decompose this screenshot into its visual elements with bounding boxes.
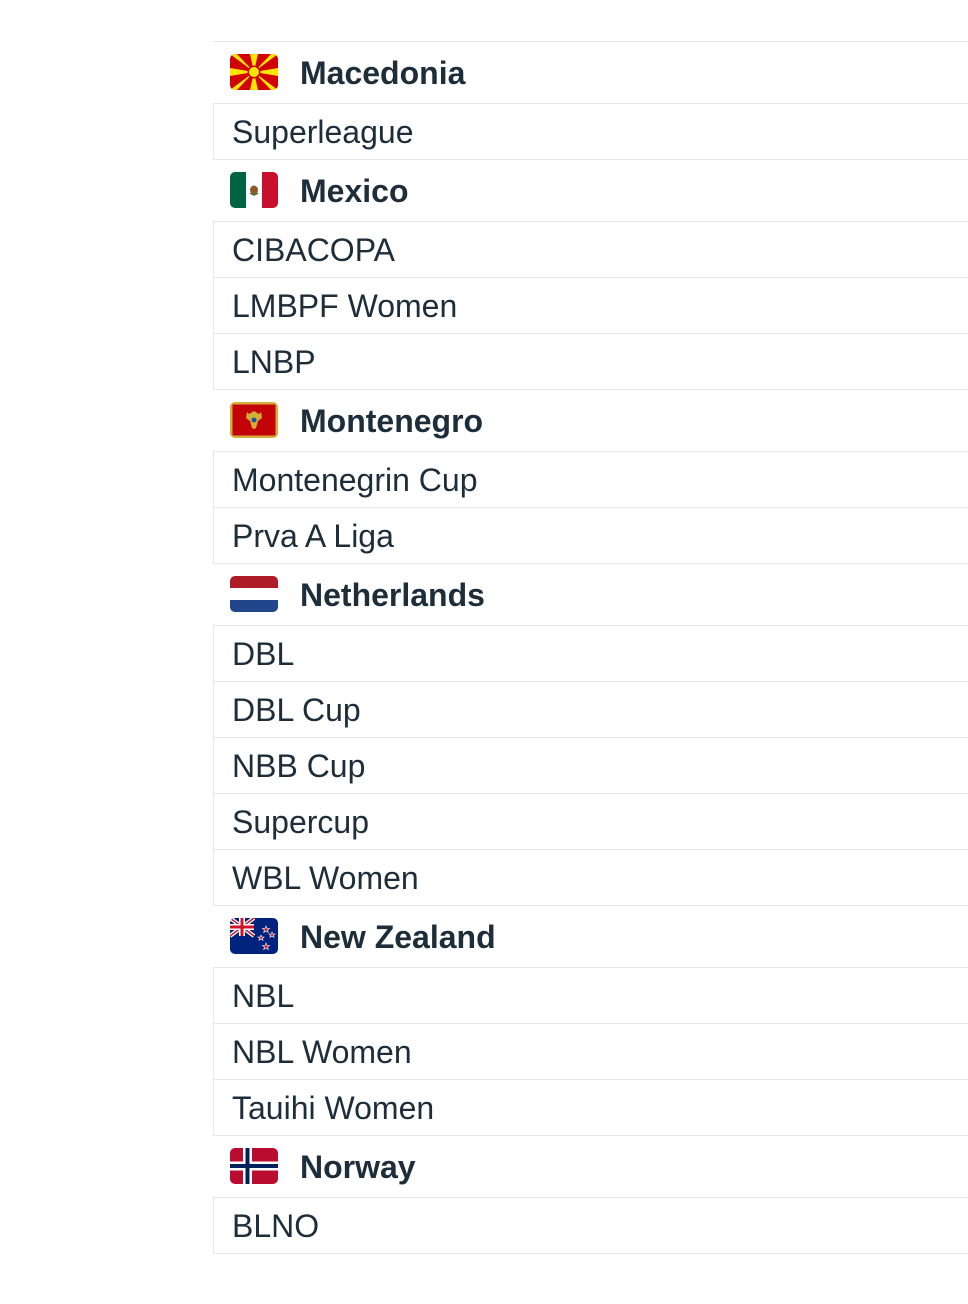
- norway-flag-icon: [230, 1148, 278, 1184]
- country-header-mexico[interactable]: Mexico: [213, 160, 968, 222]
- league-label: Supercup: [232, 804, 369, 840]
- league-item[interactable]: NBL Women: [213, 1024, 968, 1080]
- country-header-netherlands[interactable]: Netherlands: [213, 564, 968, 626]
- league-item[interactable]: DBL Cup: [213, 682, 968, 738]
- league-label: WBL Women: [232, 860, 419, 896]
- competition-list: Macedonia Superleague Mexico CIBACOPA LM…: [213, 41, 968, 1254]
- country-header-macedonia[interactable]: Macedonia: [213, 42, 968, 104]
- country-header-new-zealand[interactable]: New Zealand: [213, 906, 968, 968]
- league-item[interactable]: Supercup: [213, 794, 968, 850]
- league-item[interactable]: Montenegrin Cup: [213, 452, 968, 508]
- league-item[interactable]: BLNO: [213, 1198, 968, 1254]
- league-item[interactable]: Prva A Liga: [213, 508, 968, 564]
- macedonia-flag-icon: [230, 54, 278, 90]
- country-name: Norway: [300, 1149, 416, 1185]
- country-header-montenegro[interactable]: Montenegro: [213, 390, 968, 452]
- league-item[interactable]: NBB Cup: [213, 738, 968, 794]
- country-name: Macedonia: [300, 55, 466, 91]
- league-label: DBL Cup: [232, 692, 361, 728]
- league-item[interactable]: LMBPF Women: [213, 278, 968, 334]
- league-label: Montenegrin Cup: [232, 462, 478, 498]
- league-item[interactable]: NBL: [213, 968, 968, 1024]
- league-item[interactable]: WBL Women: [213, 850, 968, 906]
- league-label: CIBACOPA: [232, 232, 395, 268]
- league-label: NBL Women: [232, 1034, 412, 1070]
- league-label: Prva A Liga: [232, 518, 394, 554]
- country-name: New Zealand: [300, 919, 496, 955]
- country-name: Mexico: [300, 173, 409, 209]
- netherlands-flag-icon: [230, 576, 278, 612]
- league-label: NBL: [232, 978, 295, 1014]
- league-label: DBL: [232, 636, 295, 672]
- league-label: Superleague: [232, 114, 414, 150]
- league-item[interactable]: DBL: [213, 626, 968, 682]
- league-label: LMBPF Women: [232, 288, 458, 324]
- league-label: LNBP: [232, 344, 316, 380]
- league-item[interactable]: CIBACOPA: [213, 222, 968, 278]
- league-item[interactable]: Tauihi Women: [213, 1080, 968, 1136]
- country-name: Netherlands: [300, 577, 485, 613]
- country-name: Montenegro: [300, 403, 484, 439]
- league-label: BLNO: [232, 1208, 320, 1244]
- league-label: NBB Cup: [232, 748, 366, 784]
- new-zealand-flag-icon: [230, 918, 278, 954]
- country-header-norway[interactable]: Norway: [213, 1136, 968, 1198]
- league-item[interactable]: LNBP: [213, 334, 968, 390]
- league-item[interactable]: Superleague: [213, 104, 968, 160]
- league-label: Tauihi Women: [232, 1090, 435, 1126]
- mexico-flag-icon: [230, 172, 278, 208]
- montenegro-flag-icon: [230, 402, 278, 438]
